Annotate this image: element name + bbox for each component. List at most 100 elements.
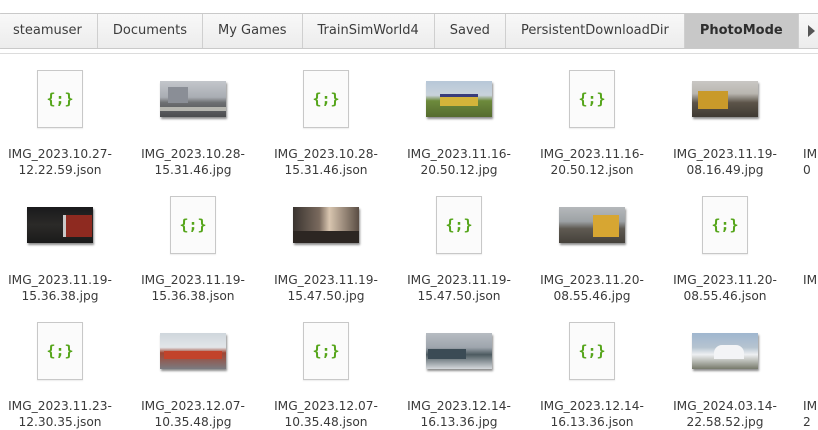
- file-name-partial-line: IM: [803, 399, 818, 413]
- image-thumbnail: [293, 207, 359, 243]
- breadcrumb-item-documents[interactable]: Documents: [97, 14, 203, 48]
- file-name: IMG_2023.11.19- 15.36.38.json: [127, 272, 259, 304]
- file-name-partial[interactable]: IM 0: [803, 146, 818, 178]
- file-name-line1: IMG_2023.11.19-: [407, 273, 511, 287]
- file-name-line1: IMG_2023.11.20-: [540, 273, 644, 287]
- file-name-line1: IMG_2023.12.14-: [407, 399, 511, 413]
- json-file-icon: {;}: [702, 196, 748, 254]
- file-name: IMG_2023.11.19- 15.47.50.json: [393, 272, 525, 304]
- file-name-line1: IMG_2023.11.23-: [8, 399, 112, 413]
- file-name-line1: IMG_2023.11.19-: [274, 273, 378, 287]
- file-name-partial-line: 2: [803, 415, 811, 429]
- file-name: IMG_2023.11.16- 20.50.12.json: [526, 146, 658, 178]
- file-name-partial-line: IM: [803, 147, 818, 161]
- image-thumbnail: [426, 81, 492, 117]
- breadcrumb-item-steamuser[interactable]: steamuser: [0, 14, 98, 48]
- file-name: IMG_2023.11.19- 08.16.49.jpg: [659, 146, 791, 178]
- breadcrumb: steamuser Documents My Games TrainSimWorld4…: [0, 13, 818, 49]
- file-name-line2: 08.55.46.jpg: [553, 289, 631, 303]
- file-thumbnail: {;}: [266, 66, 386, 132]
- file-name: IMG_2023.12.14- 16.13.36.jpg: [393, 398, 525, 430]
- file-name-line1: IMG_2023.11.16-: [407, 147, 511, 161]
- breadcrumb-item-trainsimworld4[interactable]: TrainSimWorld4: [302, 14, 435, 48]
- json-file-icon: {;}: [37, 70, 83, 128]
- file-thumbnail: {;}: [266, 318, 386, 384]
- file-name-line1: IMG_2023.10.28-: [274, 147, 378, 161]
- json-file-icon: {;}: [569, 70, 615, 128]
- chevron-right-icon[interactable]: [798, 14, 818, 48]
- file-name-line2: 15.36.38.jpg: [21, 289, 99, 303]
- image-thumbnail: [160, 81, 226, 117]
- file-thumbnail: {;}: [133, 192, 253, 258]
- json-file-icon: {;}: [569, 322, 615, 380]
- file-name: IMG_2023.10.28- 15.31.46.json: [260, 146, 392, 178]
- file-name-line2: 16.13.36.json: [550, 415, 634, 429]
- file-name: IMG_2023.11.20- 08.55.46.json: [659, 272, 791, 304]
- file-thumbnail: {;}: [0, 66, 120, 132]
- file-grid: {;} IMG_2023.10.27- 12.22.59.json IMG_2023.…: [0, 54, 818, 429]
- file-name-line2: 20.50.12.jpg: [420, 163, 498, 177]
- file-name: IMG_2023.10.27- 12.22.59.json: [0, 146, 126, 178]
- file-name-line1: IMG_2023.11.16-: [540, 147, 644, 161]
- breadcrumb-item-photomode[interactable]: PhotoMode: [684, 14, 799, 48]
- file-name-line1: IMG_2023.12.14-: [540, 399, 644, 413]
- file-name-partial[interactable]: IM 2: [803, 398, 818, 430]
- file-name-line2: 08.16.49.jpg: [686, 163, 764, 177]
- file-name-line2: 15.36.38.json: [151, 289, 235, 303]
- file-thumbnail: {;}: [665, 192, 785, 258]
- file-name-line1: IMG_2023.12.07-: [274, 399, 378, 413]
- file-name: IMG_2023.12.14- 16.13.36.json: [526, 398, 658, 430]
- json-file-icon: {;}: [303, 322, 349, 380]
- file-name: IMG_2023.12.07- 10.35.48.json: [260, 398, 392, 430]
- file-name-line1: IMG_2024.03.14-: [673, 399, 777, 413]
- file-name: IMG_2023.11.23- 12.30.35.json: [0, 398, 126, 430]
- json-file-icon: {;}: [436, 196, 482, 254]
- file-thumbnail: {;}: [399, 192, 519, 258]
- file-name: IMG_2023.10.28- 15.31.46.jpg: [127, 146, 259, 178]
- file-name-line2: 10.35.48.json: [284, 415, 368, 429]
- breadcrumb-item-my games[interactable]: My Games: [202, 14, 303, 48]
- file-thumbnail: [532, 192, 652, 258]
- file-name-line2: 22.58.52.jpg: [686, 415, 764, 429]
- file-name-line2: 15.47.50.json: [417, 289, 501, 303]
- json-file-icon: {;}: [303, 70, 349, 128]
- file-name-partial-line: 0: [803, 163, 811, 177]
- file-thumbnail: [399, 66, 519, 132]
- image-thumbnail: [692, 333, 758, 369]
- file-name-line2: 12.30.35.json: [18, 415, 102, 429]
- json-file-icon: {;}: [37, 322, 83, 380]
- file-name-line1: IMG_2023.10.27-: [8, 147, 112, 161]
- file-thumbnail: {;}: [532, 66, 652, 132]
- file-name-line1: IMG_2023.11.19-: [673, 147, 777, 161]
- file-thumbnail: {;}: [532, 318, 652, 384]
- file-name-line1: IMG_2023.11.19-: [8, 273, 112, 287]
- breadcrumb-item-persistentdownloaddir[interactable]: PersistentDownloadDir: [505, 14, 685, 48]
- file-thumbnail: [665, 66, 785, 132]
- file-name-line1: IMG_2023.12.07-: [141, 399, 245, 413]
- image-thumbnail: [426, 333, 492, 369]
- file-name-line2: 12.22.59.json: [18, 163, 102, 177]
- file-name-partial[interactable]: IM: [803, 272, 818, 288]
- file-thumbnail: [0, 192, 120, 258]
- file-name-line2: 15.31.46.json: [284, 163, 368, 177]
- file-thumbnail: [133, 318, 253, 384]
- file-thumbnail: [133, 66, 253, 132]
- file-thumbnail: [399, 318, 519, 384]
- file-thumbnail: {;}: [0, 318, 120, 384]
- file-name: IMG_2024.03.14- 22.58.52.jpg: [659, 398, 791, 430]
- file-thumbnail: [665, 318, 785, 384]
- file-name-partial-line: IM: [803, 273, 818, 287]
- image-thumbnail: [692, 81, 758, 117]
- image-thumbnail: [559, 207, 625, 243]
- file-name: IMG_2023.11.20- 08.55.46.jpg: [526, 272, 658, 304]
- file-thumbnail: [266, 192, 386, 258]
- file-name-line1: IMG_2023.11.20-: [673, 273, 777, 287]
- path-bar: steamuser Documents My Games TrainSimWorld4…: [0, 0, 818, 54]
- breadcrumb-item-saved[interactable]: Saved: [434, 14, 506, 48]
- file-name: IMG_2023.11.16- 20.50.12.jpg: [393, 146, 525, 178]
- file-name-line2: 20.50.12.json: [550, 163, 634, 177]
- image-thumbnail: [160, 333, 226, 369]
- file-name-line2: 15.47.50.jpg: [287, 289, 365, 303]
- file-name: IMG_2023.12.07- 10.35.48.jpg: [127, 398, 259, 430]
- file-name-line2: 16.13.36.jpg: [420, 415, 498, 429]
